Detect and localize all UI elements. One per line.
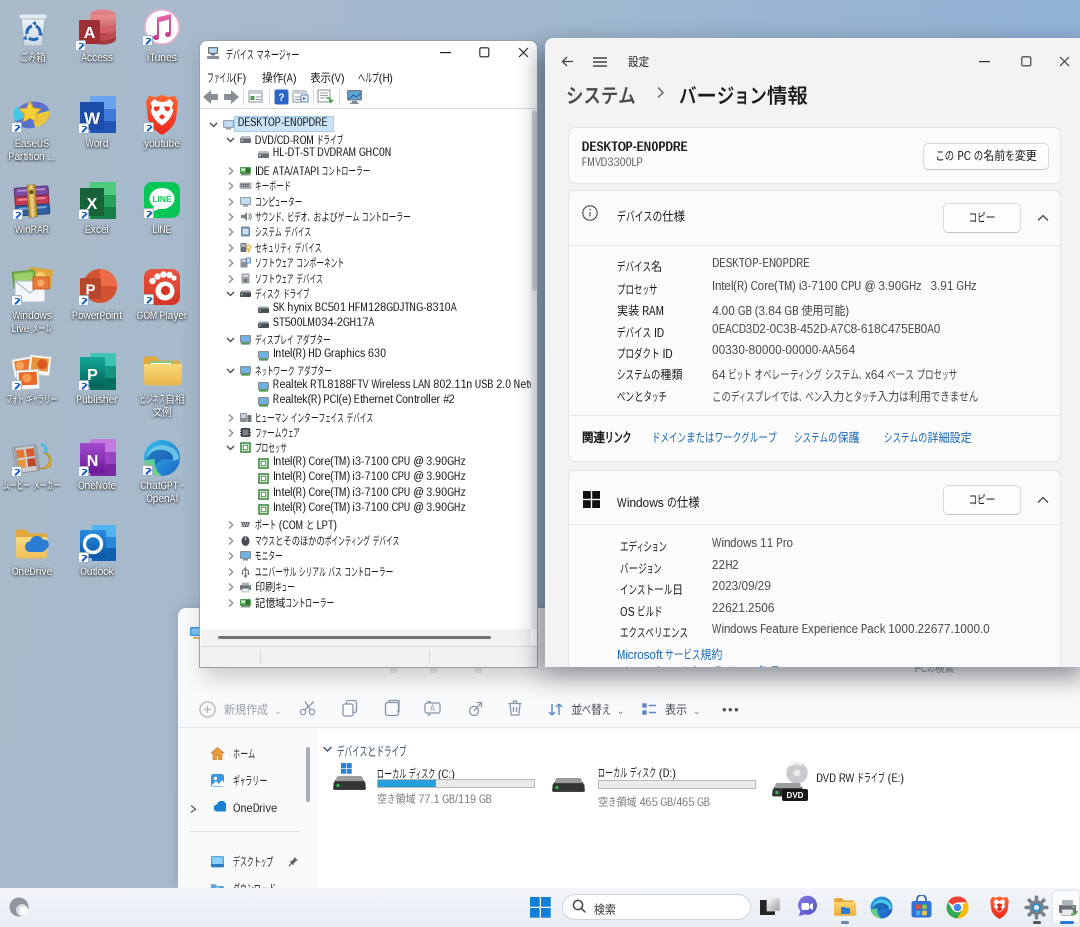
svg-text:A: A xyxy=(430,703,435,713)
svg-text:LINE: LINE xyxy=(152,194,172,204)
svg-text:?: ? xyxy=(279,92,285,104)
svg-text:DVD: DVD xyxy=(787,791,804,800)
